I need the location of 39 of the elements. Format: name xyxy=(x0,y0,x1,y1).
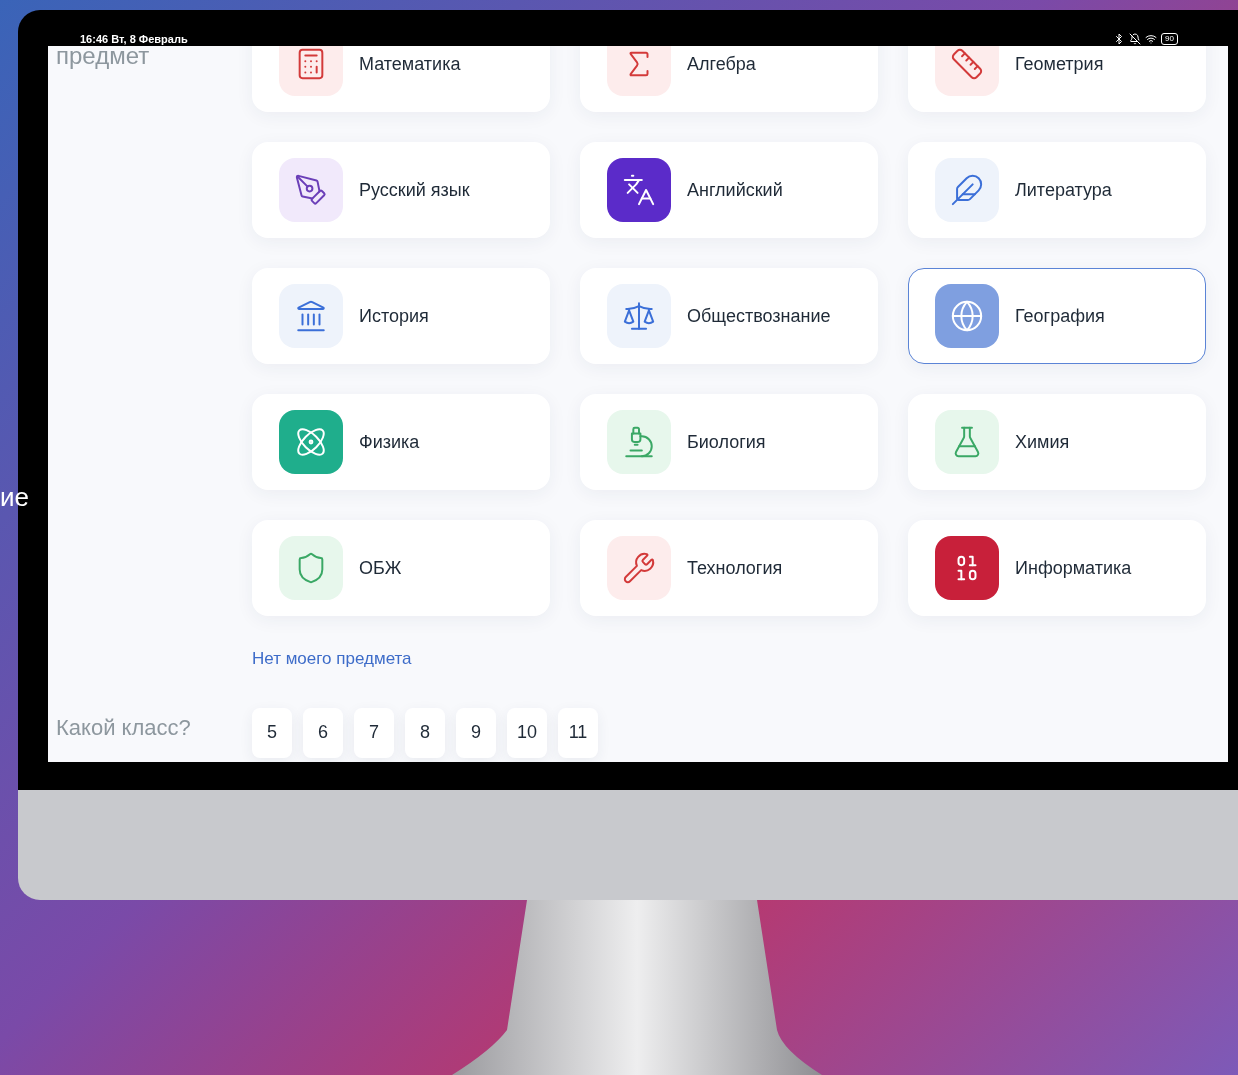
bell-off-icon xyxy=(1129,33,1142,45)
wrench-icon xyxy=(622,551,656,585)
grade-button[interactable]: 9 xyxy=(456,707,496,758)
wifi-icon xyxy=(1145,33,1158,45)
ruler-icon xyxy=(950,47,984,81)
grade-question: Какой класс? xyxy=(56,714,192,742)
subject-card[interactable]: Литература xyxy=(908,142,1206,238)
subject-card[interactable]: Английский xyxy=(580,142,878,238)
grade-button[interactable]: 11 xyxy=(558,707,599,758)
subject-card[interactable]: Обществознание xyxy=(580,268,878,364)
pen-nib-icon xyxy=(294,173,328,207)
grade-button[interactable]: 6 xyxy=(303,707,343,758)
atom-icon xyxy=(294,425,328,459)
subject-card[interactable]: Геометрия xyxy=(908,46,1206,112)
letters-icon xyxy=(622,173,656,207)
subject-card[interactable]: ОБЖ xyxy=(252,520,550,616)
status-time: 16:46 Вт, 8 Февраль xyxy=(80,34,188,45)
battery-indicator: 90 xyxy=(1161,33,1178,45)
subject-card[interactable]: Технология xyxy=(580,520,878,616)
subject-card[interactable]: Русский язык xyxy=(252,142,550,238)
building-icon xyxy=(294,299,328,333)
subject-card[interactable]: Физика xyxy=(252,394,550,490)
subject-card[interactable]: География xyxy=(908,268,1206,364)
subject-card[interactable]: Биология xyxy=(580,394,878,490)
grade-button[interactable]: 8 xyxy=(405,707,445,758)
scales-icon xyxy=(622,299,656,333)
grade-button[interactable]: 10 xyxy=(507,707,548,758)
subject-card[interactable]: Химия xyxy=(908,394,1206,490)
section-label: предмет xyxy=(56,46,151,68)
missing-subject-link[interactable]: Нет моего предмета xyxy=(252,649,412,668)
grade-button[interactable]: 7 xyxy=(354,707,394,758)
subject-card[interactable]: Математика xyxy=(252,46,550,112)
microscope-icon xyxy=(622,425,656,459)
globe-icon xyxy=(950,299,984,333)
subject-card[interactable]: Информатика xyxy=(908,520,1206,616)
feather-icon xyxy=(950,173,984,207)
subject-card[interactable]: Алгебра xyxy=(580,46,878,112)
subject-card[interactable]: История xyxy=(252,268,550,364)
grade-button[interactable]: 5 xyxy=(252,707,292,758)
